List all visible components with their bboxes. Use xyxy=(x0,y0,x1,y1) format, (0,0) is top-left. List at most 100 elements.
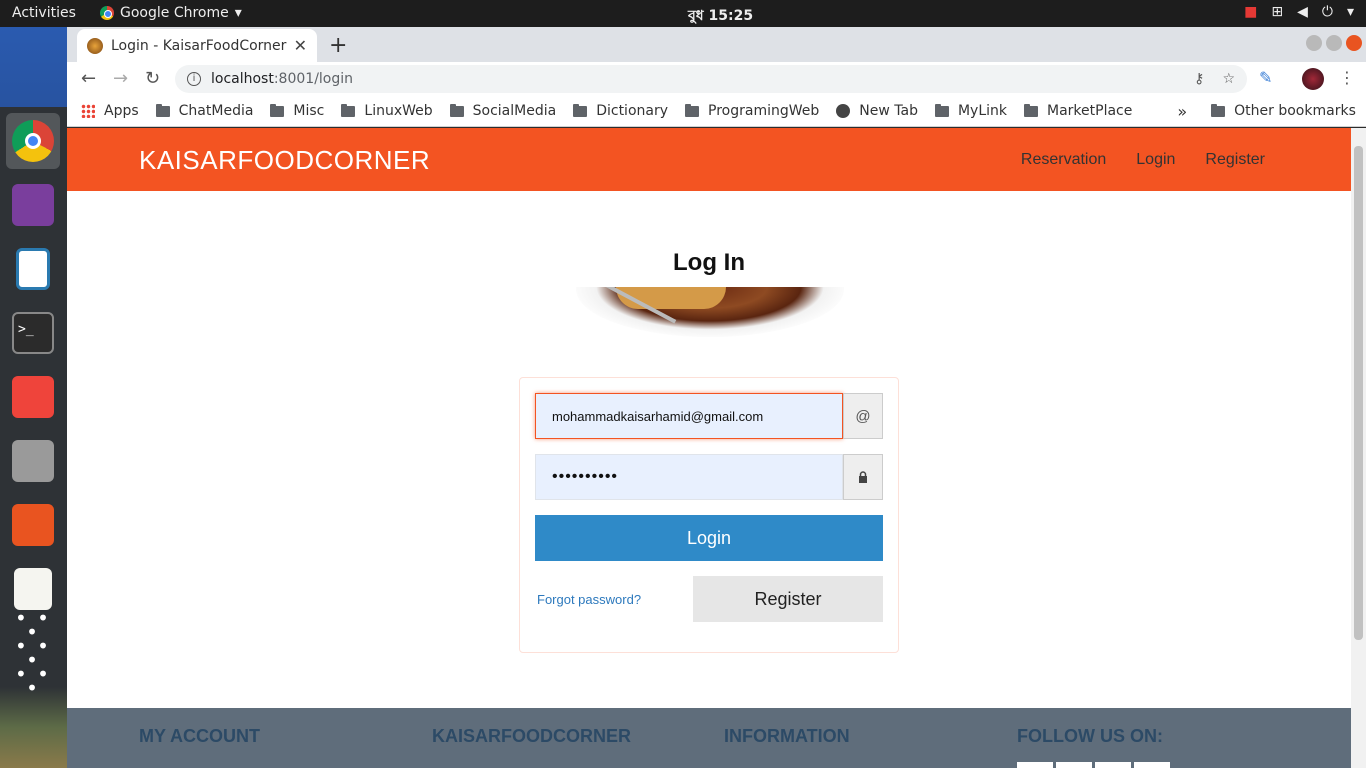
bookmark-label: MyLink xyxy=(957,103,1007,119)
login-button[interactable]: Login xyxy=(535,515,883,561)
tab-title: Login - KaisarFoodCorner xyxy=(111,37,287,54)
bookmark-label: SocialMedia xyxy=(472,103,557,119)
bookmark-folder[interactable]: MarketPlace xyxy=(1024,103,1132,119)
bookmark-folder[interactable]: ProgramingWeb xyxy=(685,103,819,119)
dock-video[interactable] xyxy=(6,177,60,233)
system-top-bar: Activities Google Chrome ▾ বুধ 15:25 ■ ⊞… xyxy=(0,0,1366,27)
bookmark-label: Misc xyxy=(293,103,325,119)
anydesk-icon xyxy=(12,376,54,418)
info-icon[interactable]: i xyxy=(187,72,201,86)
other-bookmarks[interactable]: Other bookmarks xyxy=(1211,103,1356,119)
social-icon[interactable] xyxy=(1056,762,1092,768)
bookmark-new-tab[interactable]: New Tab xyxy=(836,103,918,119)
dock-software[interactable] xyxy=(6,497,60,553)
bookmark-folder[interactable]: SocialMedia xyxy=(449,103,557,119)
site-navbar: KAISARFOODCORNER Reservation Login Regis… xyxy=(67,128,1351,191)
bookmark-folder[interactable]: Misc xyxy=(270,103,324,119)
password-field[interactable] xyxy=(535,454,843,500)
email-group: @ xyxy=(535,393,883,439)
bookmark-folder[interactable]: Dictionary xyxy=(573,103,668,119)
email-field[interactable] xyxy=(535,393,843,439)
bookmark-label: Apps xyxy=(104,103,139,119)
bookmark-folder[interactable]: LinuxWeb xyxy=(341,103,433,119)
more-bookmarks-button[interactable]: » xyxy=(1177,102,1187,121)
clock[interactable]: বুধ 15:25 xyxy=(688,4,753,28)
close-window-button[interactable] xyxy=(1346,35,1362,51)
scrollbar-thumb[interactable] xyxy=(1354,146,1363,640)
bookmarks-bar: Apps ChatMedia Misc LinuxWeb SocialMedia… xyxy=(67,96,1366,127)
nav-register[interactable]: Register xyxy=(1205,151,1265,169)
software-store-icon xyxy=(12,504,54,546)
close-tab-icon[interactable]: ✕ xyxy=(294,36,307,55)
system-tray[interactable]: ■ ⊞ ◀ ⏻ ▾ xyxy=(1244,4,1354,20)
tab-strip: Login - KaisarFoodCorner ✕ + xyxy=(67,27,1366,62)
browser-tab[interactable]: Login - KaisarFoodCorner ✕ xyxy=(77,29,317,62)
window-controls xyxy=(1306,35,1362,51)
network-icon[interactable]: ⊞ xyxy=(1271,4,1283,20)
profile-avatar[interactable] xyxy=(1302,68,1324,90)
folder-icon xyxy=(270,103,285,117)
terminal-icon: >_ xyxy=(12,312,54,354)
back-button[interactable]: ← xyxy=(81,68,96,89)
site-brand[interactable]: KAISARFOODCORNER xyxy=(139,145,430,176)
site-nav-links: Reservation Login Register xyxy=(1021,151,1265,169)
maximize-button[interactable] xyxy=(1326,35,1342,51)
at-icon: @ xyxy=(843,393,883,439)
globe-icon xyxy=(836,104,851,118)
register-button[interactable]: Register xyxy=(693,576,883,622)
chevron-down-icon[interactable]: ▾ xyxy=(1347,4,1354,20)
bookmark-label: ProgramingWeb xyxy=(708,103,820,119)
menu-icon[interactable]: ⋮ xyxy=(1339,68,1355,87)
page-viewport: KAISARFOODCORNER Reservation Login Regis… xyxy=(67,128,1351,768)
footer-heading-account: MY ACCOUNT xyxy=(139,726,260,746)
folder-icon xyxy=(573,103,588,117)
social-icon[interactable] xyxy=(1017,762,1053,768)
bookmark-folder[interactable]: ChatMedia xyxy=(155,103,254,119)
dock-anydesk[interactable] xyxy=(6,369,60,425)
page-scrollbar[interactable] xyxy=(1351,128,1366,768)
key-icon[interactable]: ⚷ xyxy=(1194,71,1204,87)
text-editor-icon xyxy=(14,568,52,610)
minimize-button[interactable] xyxy=(1306,35,1322,51)
social-icon[interactable] xyxy=(1095,762,1131,768)
chrome-icon xyxy=(12,120,54,162)
folder-icon xyxy=(155,103,170,117)
bookmark-label: Other bookmarks xyxy=(1234,103,1356,119)
app-menu[interactable]: Google Chrome ▾ xyxy=(100,5,242,21)
bookmark-folder[interactable]: MyLink xyxy=(934,103,1007,119)
extension-icon[interactable]: ✎ xyxy=(1259,68,1272,87)
folder-icon xyxy=(1211,103,1226,117)
volume-icon[interactable]: ◀ xyxy=(1297,4,1308,20)
new-tab-button[interactable]: + xyxy=(329,33,347,58)
bookmark-label: Dictionary xyxy=(596,103,669,119)
dock-chrome[interactable] xyxy=(6,113,60,169)
bookmark-apps[interactable]: Apps xyxy=(81,103,139,119)
app-menu-label: Google Chrome xyxy=(120,5,229,21)
dock-terminal[interactable]: >_ xyxy=(6,305,60,361)
forgot-password-link[interactable]: Forgot password? xyxy=(537,592,641,607)
forward-button[interactable]: → xyxy=(113,68,128,89)
url-host: localhost xyxy=(211,71,274,87)
screen-record-icon[interactable]: ■ xyxy=(1244,4,1257,20)
dock-files[interactable] xyxy=(6,433,60,489)
address-bar[interactable]: i localhost :8001/login ⚷ ☆ xyxy=(175,65,1247,93)
favicon-icon xyxy=(87,37,103,54)
bookmark-label: ChatMedia xyxy=(178,103,254,119)
reload-button[interactable]: ↻ xyxy=(145,68,160,89)
document-icon xyxy=(16,248,50,290)
dock-writer[interactable] xyxy=(6,241,60,297)
bookmark-label: LinuxWeb xyxy=(364,103,433,119)
video-icon xyxy=(12,184,54,226)
nav-login[interactable]: Login xyxy=(1136,151,1175,169)
site-footer: MY ACCOUNT KAISARFOODCORNER INFORMATION … xyxy=(67,708,1351,768)
bookmark-star-icon[interactable]: ☆ xyxy=(1222,71,1235,87)
chevron-down-icon: ▾ xyxy=(234,5,242,21)
footer-heading-brand: KAISARFOODCORNER xyxy=(432,726,632,746)
food-image xyxy=(576,287,844,337)
files-icon xyxy=(12,440,54,482)
power-icon[interactable]: ⏻ xyxy=(1322,4,1333,20)
activities-button[interactable]: Activities xyxy=(12,5,76,21)
social-icon[interactable] xyxy=(1134,762,1170,768)
show-apps-button[interactable]: • • • • • • • • • xyxy=(6,608,60,698)
nav-reservation[interactable]: Reservation xyxy=(1021,151,1106,169)
